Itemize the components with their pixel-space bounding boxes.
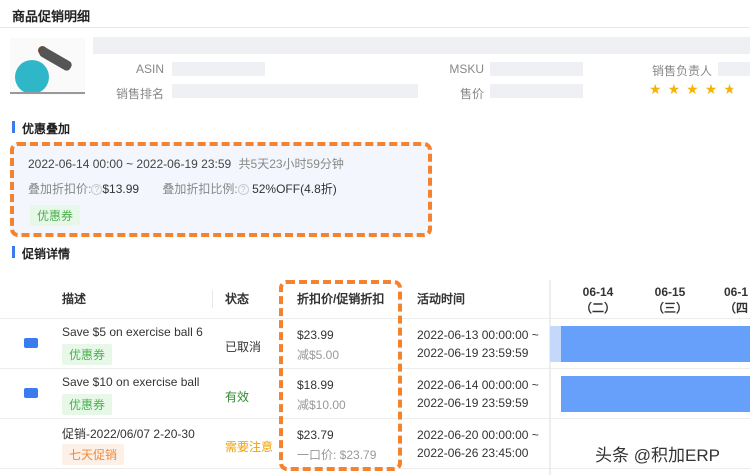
stack-ratio: 52%OFF(4.8折) bbox=[252, 182, 337, 196]
row-tag: 优惠券 bbox=[62, 344, 113, 365]
stack-price: $13.99 bbox=[102, 182, 140, 196]
col-desc: 描述 bbox=[62, 292, 87, 306]
date-label: 06-1 bbox=[724, 285, 749, 299]
row-status: 已取消 bbox=[225, 340, 262, 354]
price-value bbox=[490, 84, 583, 98]
row-start: 2022-06-13 00:00:00 ~ bbox=[417, 328, 539, 342]
col-time: 活动时间 bbox=[417, 292, 466, 306]
help-icon[interactable]: ? bbox=[237, 184, 249, 196]
timeline-bar[interactable] bbox=[561, 326, 750, 362]
watermark: 头条 @积加ERP bbox=[595, 446, 720, 465]
col-status: 状态 bbox=[225, 292, 250, 306]
weekday-label: （二） bbox=[579, 301, 616, 315]
coupon-icon bbox=[24, 388, 38, 398]
help-icon[interactable]: ? bbox=[91, 184, 103, 196]
stack-period-line: 2022-06-14 00:00 ~ 2022-06-19 23:59 共5天2… bbox=[28, 155, 344, 172]
row-tag: 优惠券 bbox=[62, 394, 113, 415]
asin-value bbox=[172, 62, 265, 76]
timeline-date: 06-15 （三） bbox=[644, 284, 696, 316]
coupon-tag: 优惠券 bbox=[30, 205, 81, 226]
rank-label: 销售排名 bbox=[115, 87, 164, 101]
row-desc[interactable]: 促销-2022/06/07 2-20-30 bbox=[62, 425, 195, 442]
msku-value bbox=[490, 62, 583, 76]
row-status: 需要注意 bbox=[225, 440, 274, 454]
stack-duration: 共5天23小时59分钟 bbox=[238, 157, 344, 171]
stack-period: 2022-06-14 00:00 ~ 2022-06-19 23:59 bbox=[28, 157, 232, 171]
date-label: 06-15 bbox=[654, 285, 686, 299]
timeline-date: 06-1 （四 bbox=[724, 284, 750, 316]
date-label: 06-14 bbox=[582, 285, 614, 299]
section-title-details: 促销详情 bbox=[12, 245, 70, 262]
divider bbox=[0, 27, 750, 28]
row-status: 有效 bbox=[225, 390, 250, 404]
star-icon: ★ bbox=[649, 81, 668, 97]
weekday-label: （四 bbox=[724, 301, 749, 315]
timeline-bar-faded bbox=[550, 326, 561, 362]
row-end: 2022-06-26 23:45:00 bbox=[417, 446, 529, 460]
owner-value bbox=[718, 62, 750, 76]
star-icon: ★ bbox=[704, 81, 724, 97]
row-desc[interactable]: Save $5 on exercise ball 6 bbox=[62, 325, 203, 339]
row-end: 2022-06-19 23:59:59 bbox=[417, 346, 529, 360]
row-end: 2022-06-19 23:59:59 bbox=[417, 396, 529, 410]
row-tag: 七天促销 bbox=[62, 444, 125, 465]
coupon-icon bbox=[24, 338, 38, 348]
section-title-stack: 优惠叠加 bbox=[12, 120, 70, 137]
product-title-placeholder bbox=[93, 37, 750, 54]
rating-stars: ★★★★★ bbox=[649, 81, 742, 98]
weekday-label: （三） bbox=[651, 301, 688, 315]
product-image bbox=[10, 38, 85, 95]
row-desc[interactable]: Save $10 on exercise ball bbox=[62, 375, 199, 389]
timeline-date: 06-14 （二） bbox=[572, 284, 624, 316]
rank-value bbox=[172, 84, 418, 98]
half-star-icon: ★ bbox=[723, 81, 742, 97]
price-label: 售价 bbox=[459, 87, 484, 101]
star-icon: ★ bbox=[686, 81, 705, 97]
star-icon: ★ bbox=[667, 81, 687, 97]
stack-price-line: 叠加折扣价:? $13.99 叠加折扣比例:? 52%OFF(4.8折) bbox=[28, 180, 337, 197]
row-start: 2022-06-14 00:00:00 ~ bbox=[417, 378, 539, 392]
page-title: 商品促销明细 bbox=[12, 9, 91, 24]
msku-label: MSKU bbox=[449, 62, 484, 76]
price-column-highlight bbox=[279, 280, 402, 471]
timeline-bar[interactable] bbox=[561, 376, 750, 412]
owner-label: 销售负责人 bbox=[651, 64, 712, 78]
row-start: 2022-06-20 00:00:00 ~ bbox=[417, 428, 539, 442]
asin-label: ASIN bbox=[135, 62, 164, 76]
timeline-divider bbox=[549, 280, 551, 475]
stack-ratio-label: 叠加折扣比例: bbox=[162, 182, 238, 196]
stack-price-label: 叠加折扣价: bbox=[28, 182, 92, 196]
